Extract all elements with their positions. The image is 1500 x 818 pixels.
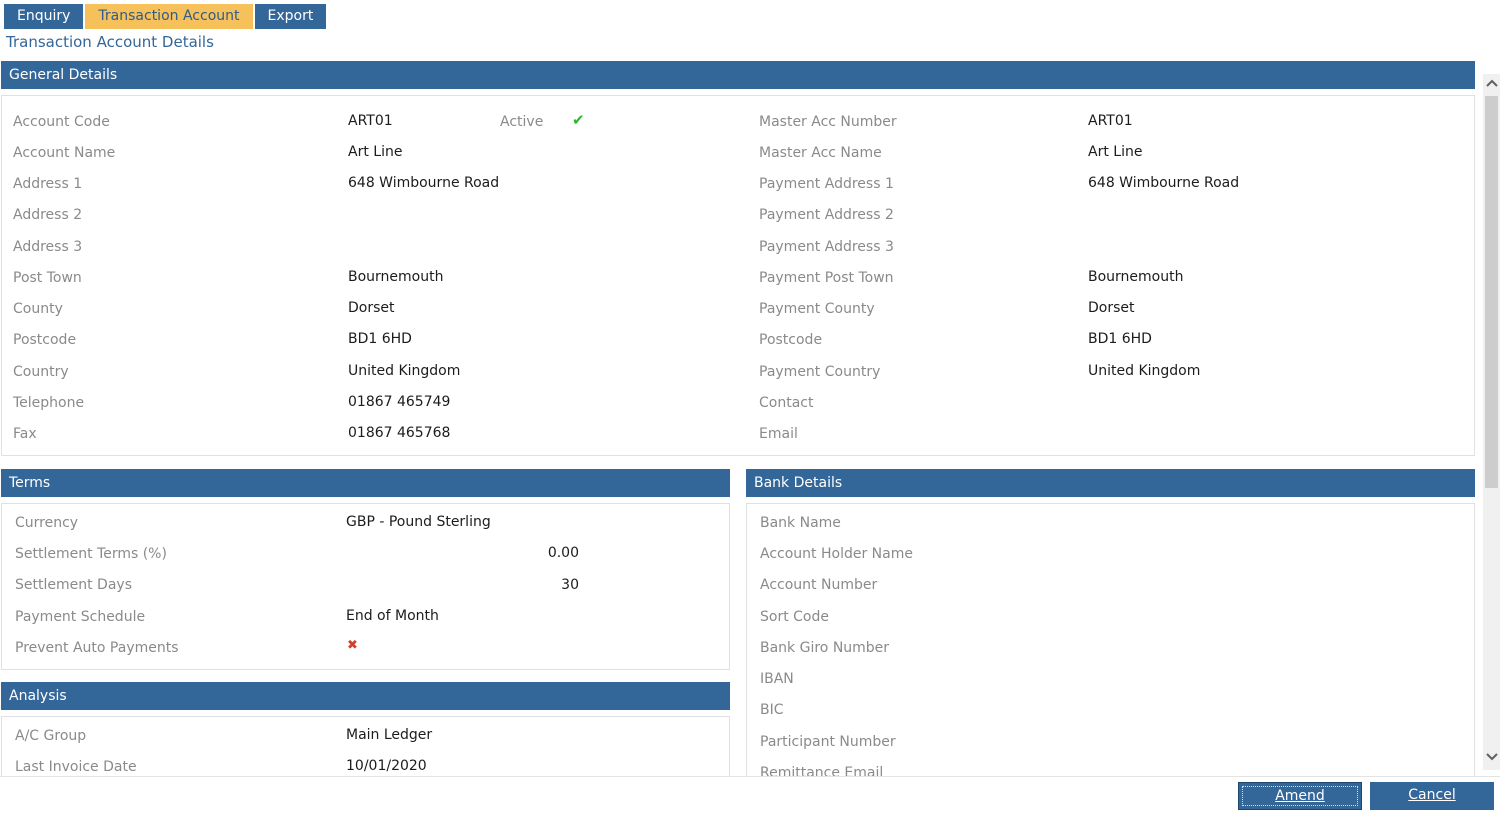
tab-enquiry[interactable]: Enquiry [4,4,84,29]
bank-details-header: Bank Details [746,469,1475,497]
cross-icon: ✖ [347,638,358,653]
country-value: United Kingdom [348,363,461,379]
telephone-label: Telephone [13,395,85,411]
account-code-label: Account Code [13,114,110,130]
scroll-thumb[interactable] [1485,96,1498,488]
account-number-label: Account Number [760,577,878,593]
payment-postcode-value: BD1 6HD [1088,331,1152,347]
sort-code-label: Sort Code [760,609,829,625]
remittance-email-label: Remittance Email [760,765,884,776]
payment-postcode-label: Postcode [759,332,823,348]
email-label: Email [759,426,798,442]
payment-post-town-value: Bournemouth [1088,269,1184,285]
payment-address-1-label: Payment Address 1 [759,176,894,192]
footer-divider [0,776,1500,777]
currency-label: Currency [15,515,79,531]
settlement-terms-label: Settlement Terms (%) [15,546,167,562]
payment-address-1-value: 648 Wimbourne Road [1088,175,1240,191]
payment-county-label: Payment County [759,301,875,317]
iban-label: IBAN [760,671,794,687]
focus-ring [1242,786,1358,806]
address-2-label: Address 2 [13,207,83,223]
contact-label: Contact [759,395,814,411]
fax-value: 01867 465768 [348,425,451,441]
payment-address-3-label: Payment Address 3 [759,239,894,255]
settlement-days-label: Settlement Days [15,577,132,593]
terms-panel: Currency Settlement Terms (%) Settlement… [1,503,730,670]
page-title: Transaction Account Details [6,33,214,51]
county-label: County [13,301,63,317]
terms-header: Terms [1,469,730,497]
last-invoice-date-value: 10/01/2020 [346,758,427,774]
tab-bar: Enquiry Transaction Account Export [4,4,327,29]
bank-name-label: Bank Name [760,515,841,531]
general-details-panel: Account Code Account Name Address 1 Addr… [1,95,1475,456]
master-acc-name-label: Master Acc Name [759,145,882,161]
active-label: Active [500,114,544,130]
account-code-value: ART01 [348,113,393,129]
settlement-days-value: 30 [561,577,579,593]
currency-value: GBP - Pound Sterling [346,514,491,530]
payment-address-2-label: Payment Address 2 [759,207,894,223]
address-1-value: 648 Wimbourne Road [348,175,500,191]
account-holder-name-label: Account Holder Name [760,546,913,562]
prevent-auto-payments-label: Prevent Auto Payments [15,640,179,656]
payment-post-town-label: Payment Post Town [759,270,894,286]
payment-country-value: United Kingdom [1088,363,1201,379]
general-details-header: General Details [1,61,1475,89]
fax-label: Fax [13,426,37,442]
participant-number-label: Participant Number [760,734,896,750]
account-name-value: Art Line [348,144,403,160]
amend-button[interactable]: Amend [1238,782,1362,810]
telephone-value: 01867 465749 [348,394,451,410]
master-acc-name-value: Art Line [1088,144,1143,160]
bank-details-panel: Bank Name Account Holder Name Account Nu… [746,503,1475,776]
address-1-label: Address 1 [13,176,83,192]
bic-label: BIC [760,702,784,718]
chevron-down-icon[interactable] [1483,748,1500,770]
cancel-button-label: Cancel [1408,787,1456,803]
settlement-terms-value: 0.00 [547,545,579,561]
ac-group-value: Main Ledger [346,727,433,743]
account-name-label: Account Name [13,145,116,161]
postcode-label: Postcode [13,332,77,348]
payment-country-label: Payment Country [759,364,881,380]
postcode-value: BD1 6HD [348,331,412,347]
payment-county-value: Dorset [1088,300,1135,316]
last-invoice-date-label: Last Invoice Date [15,759,137,775]
bank-giro-number-label: Bank Giro Number [760,640,890,656]
cancel-button[interactable]: Cancel [1370,782,1494,810]
payment-schedule-label: Payment Schedule [15,609,146,625]
tab-transaction-account[interactable]: Transaction Account [85,4,253,29]
country-label: Country [13,364,69,380]
address-3-label: Address 3 [13,239,83,255]
payment-schedule-value: End of Month [346,608,439,624]
master-acc-number-value: ART01 [1088,113,1133,129]
master-acc-number-label: Master Acc Number [759,114,897,130]
analysis-panel: A/C Group Last Invoice Date Main Ledger … [1,716,730,776]
ac-group-label: A/C Group [15,728,87,744]
post-town-label: Post Town [13,270,82,286]
vertical-scrollbar[interactable] [1483,74,1500,770]
tab-export[interactable]: Export [254,4,327,29]
post-town-value: Bournemouth [348,269,444,285]
chevron-up-icon[interactable] [1483,74,1500,96]
check-icon: ✔ [572,111,585,129]
content-area: General Details Account Code Account Nam… [0,56,1482,776]
analysis-header: Analysis [1,682,730,710]
county-value: Dorset [348,300,395,316]
